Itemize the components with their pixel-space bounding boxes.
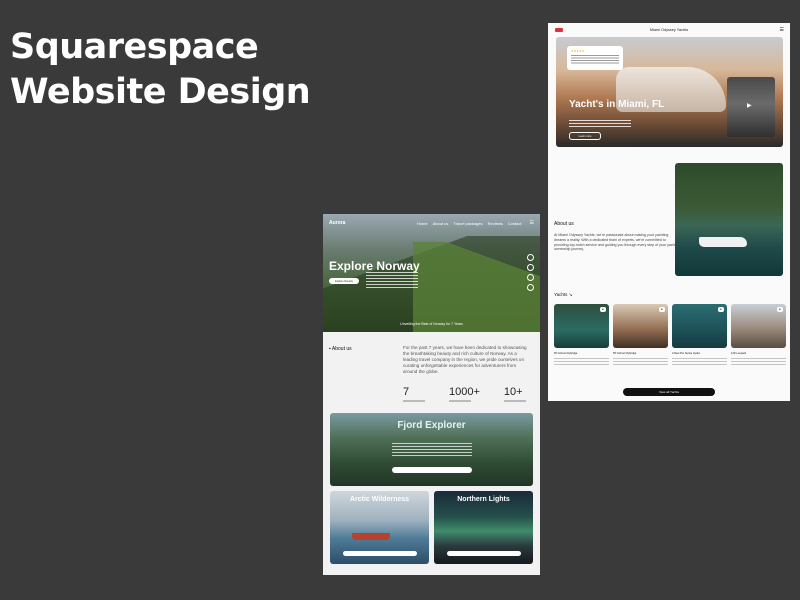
view-all-yachts-button[interactable]: View all Yachts bbox=[623, 388, 715, 396]
yacht-image: ★ bbox=[672, 304, 727, 348]
hero-paragraph bbox=[569, 120, 631, 128]
card-button[interactable] bbox=[391, 467, 472, 473]
mountain-shape bbox=[413, 242, 540, 332]
yacht-name: 65' Azimut Flybridge bbox=[554, 352, 578, 355]
stat-tours: 10+ bbox=[503, 386, 526, 402]
yacht-card[interactable]: ★ 2 New Pro Series Hydra bbox=[672, 304, 727, 366]
yacht-name: 120' Leopard bbox=[731, 352, 747, 355]
yacht-meta bbox=[672, 358, 727, 366]
yachts-label: Yachts ↘ bbox=[554, 292, 573, 297]
norway-hero-heading: Explore Norway bbox=[329, 259, 420, 273]
card-text bbox=[392, 443, 472, 457]
nav-link-contact[interactable]: Contact bbox=[508, 221, 522, 226]
play-icon[interactable]: ▶ bbox=[747, 102, 752, 109]
yacht-name: 55' Azimut Flybridge bbox=[613, 352, 637, 355]
card-title: Fjord Explorer bbox=[397, 420, 466, 431]
yacht-card[interactable]: ★ 120' Leopard bbox=[731, 304, 786, 366]
yacht-image: ★ bbox=[731, 304, 786, 348]
hero-paragraph bbox=[366, 272, 418, 288]
menu-icon[interactable]: ☰ bbox=[530, 220, 534, 226]
star-rating: ★★★★★ bbox=[571, 49, 585, 53]
tour-card-arctic[interactable]: Arctic Wilderness bbox=[330, 491, 429, 564]
title-line-2: Website Design bbox=[10, 72, 311, 112]
miami-brand[interactable]: Miami Odyssey Yachts bbox=[548, 28, 790, 32]
rating-badge: ★ bbox=[717, 307, 724, 312]
card-button[interactable] bbox=[342, 551, 417, 556]
explore-button[interactable]: Explore Norway bbox=[329, 278, 359, 284]
miami-hero: ★★★★★ Yacht's in Miami, FL Learn more ▶ bbox=[556, 37, 783, 147]
menu-icon[interactable]: ☰ bbox=[780, 27, 784, 33]
miami-nav: Miami Odyssey Yachts ☰ bbox=[548, 23, 790, 37]
nav-link-about[interactable]: About us bbox=[433, 221, 449, 226]
norway-site-mockup: Aurora Home About us Travel packages Rev… bbox=[323, 214, 540, 575]
video-thumbnail[interactable]: ▶ bbox=[727, 77, 775, 137]
tour-card-lights[interactable]: Northern Lights bbox=[434, 491, 533, 564]
yacht-meta bbox=[554, 358, 609, 366]
review-text bbox=[571, 55, 619, 65]
youtube-icon[interactable] bbox=[527, 264, 534, 271]
tour-card-fjord[interactable]: Fjord Explorer bbox=[330, 413, 533, 486]
about-label: ▪ About us bbox=[329, 346, 352, 352]
rating-badge: ★ bbox=[776, 307, 783, 312]
nav-link-reviews[interactable]: Reviews bbox=[488, 221, 503, 226]
nav-link-packages[interactable]: Travel packages bbox=[453, 221, 482, 226]
learn-more-button[interactable]: Learn more bbox=[569, 132, 601, 140]
stat-travelers: 1000+ bbox=[449, 386, 480, 402]
miami-hero-heading: Yacht's in Miami, FL bbox=[569, 99, 665, 110]
rating-badge: ★ bbox=[599, 307, 606, 312]
review-card: ★★★★★ bbox=[567, 46, 623, 70]
norway-nav: Aurora Home About us Travel packages Rev… bbox=[329, 218, 534, 228]
about-photo bbox=[675, 163, 783, 276]
title-line-1: Squarespace bbox=[10, 27, 259, 67]
social-links bbox=[527, 254, 534, 291]
instagram-icon[interactable] bbox=[527, 254, 534, 261]
yacht-shape bbox=[699, 237, 747, 247]
twitter-icon[interactable] bbox=[527, 284, 534, 291]
about-text: For the past 7 years, we have been dedic… bbox=[403, 345, 527, 374]
yacht-name: 2 New Pro Series Hydra bbox=[672, 352, 700, 355]
yacht-list: ★ 65' Azimut Flybridge ★ 55' Azimut Flyb… bbox=[554, 304, 786, 366]
about-label: About us bbox=[554, 221, 574, 227]
yacht-card[interactable]: ★ 55' Azimut Flybridge bbox=[613, 304, 668, 366]
nav-link-home[interactable]: Home bbox=[417, 221, 428, 226]
hero-tagline: Unveiling the Best of Norway for 7 Years bbox=[400, 322, 463, 326]
yacht-meta bbox=[613, 358, 668, 366]
about-text: At Miami Odyssey Yachts, we're passionat… bbox=[554, 233, 676, 252]
norway-logo[interactable]: Aurora bbox=[329, 220, 345, 226]
miami-site-mockup: Miami Odyssey Yachts ☰ ★★★★★ Yacht's in … bbox=[548, 23, 790, 401]
rating-badge: ★ bbox=[658, 307, 665, 312]
card-title: Northern Lights bbox=[457, 496, 510, 503]
stat-years: 7 bbox=[403, 386, 425, 402]
boat-shape bbox=[352, 533, 390, 540]
yacht-image: ★ bbox=[554, 304, 609, 348]
yacht-meta bbox=[731, 358, 786, 366]
linkedin-icon[interactable] bbox=[527, 274, 534, 281]
card-title: Arctic Wilderness bbox=[349, 496, 410, 503]
page-title: Squarespace Website Design bbox=[10, 25, 311, 115]
norway-hero: Aurora Home About us Travel packages Rev… bbox=[323, 214, 540, 332]
yacht-image: ★ bbox=[613, 304, 668, 348]
yacht-card[interactable]: ★ 65' Azimut Flybridge bbox=[554, 304, 609, 366]
stats-row: 7 1000+ 10+ bbox=[403, 386, 526, 402]
card-button[interactable] bbox=[446, 551, 521, 556]
